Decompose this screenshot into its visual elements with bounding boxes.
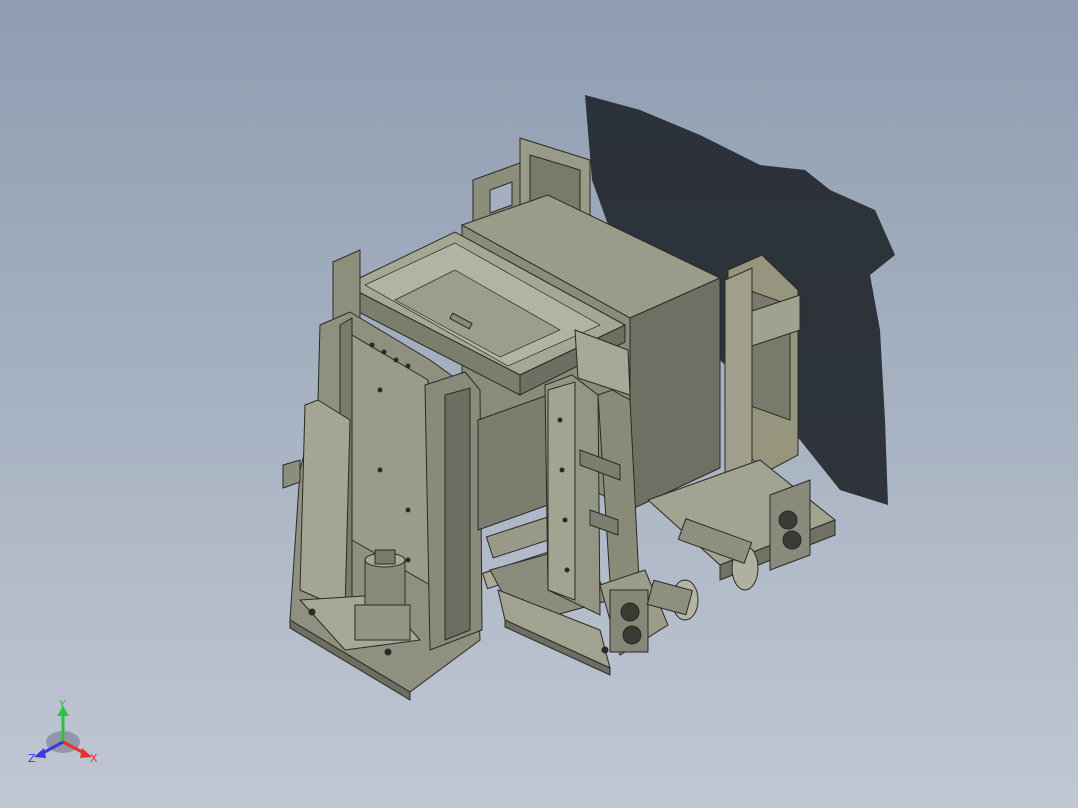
y-axis-label: Y bbox=[58, 698, 66, 711]
x-axis-label: X bbox=[90, 752, 98, 765]
model-view[interactable]: Y X Z bbox=[0, 0, 1078, 808]
view-triad[interactable]: Y X Z bbox=[28, 698, 98, 765]
z-axis-head bbox=[34, 748, 46, 758]
graphics-viewport[interactable]: Y X Z bbox=[0, 0, 1078, 808]
z-axis-label: Z bbox=[28, 752, 36, 765]
